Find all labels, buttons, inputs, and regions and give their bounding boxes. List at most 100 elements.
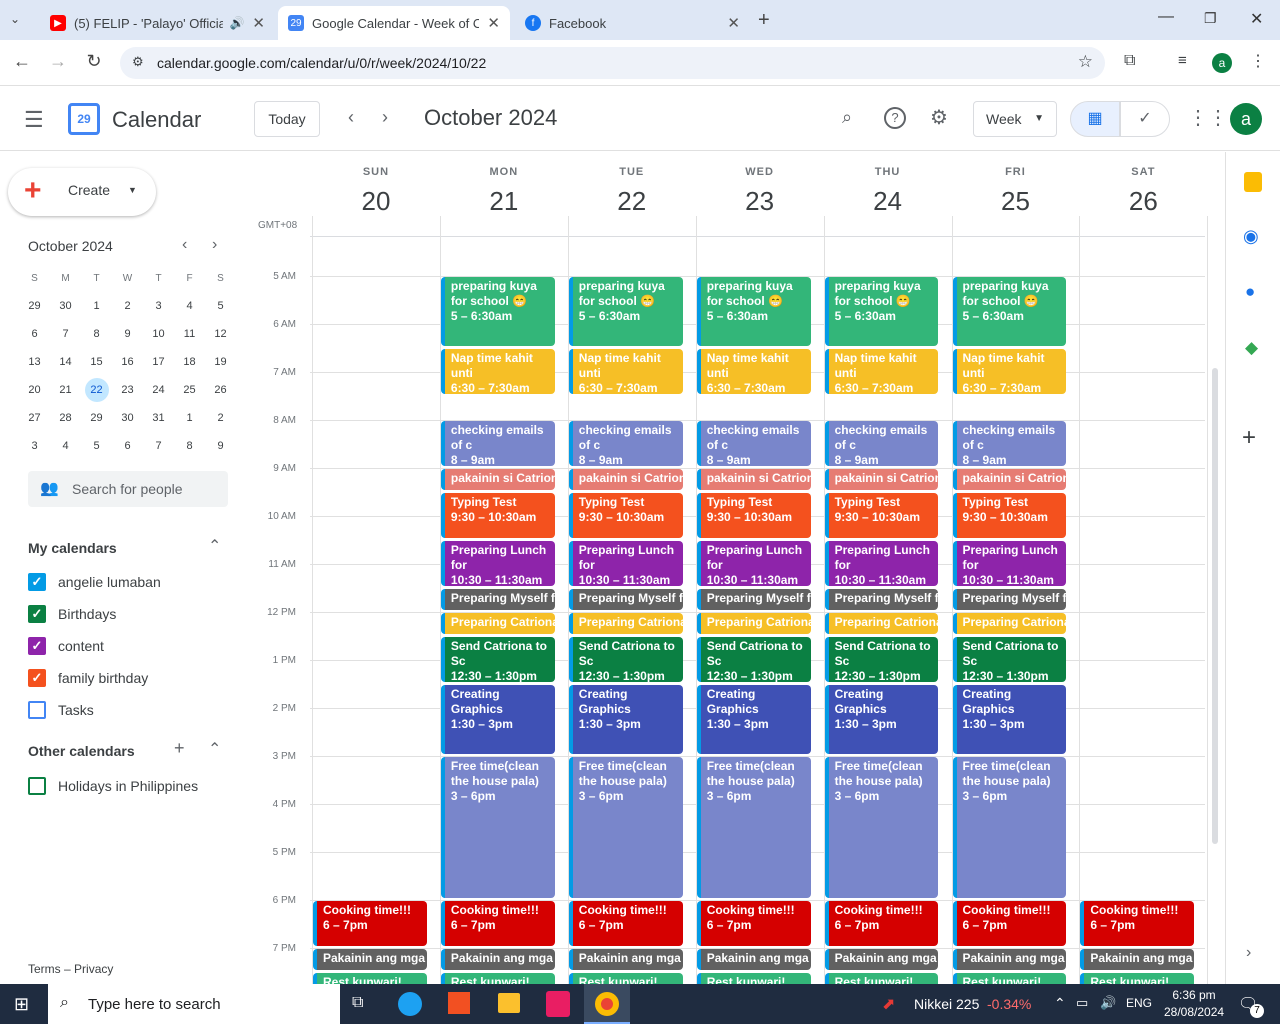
tray-overflow-icon[interactable]: ⌃	[1054, 995, 1066, 1012]
calendar-event[interactable]: Preparing Catriona	[952, 613, 1067, 634]
calendar-event[interactable]: Preparing Lunch for 10:30 – 11:30am	[824, 541, 939, 586]
calendar-event[interactable]: Free time(clean the house pala) 3 – 6pm	[952, 757, 1067, 898]
stock-name[interactable]: Nikkei 225	[914, 996, 979, 1012]
checkbox-icon[interactable]: ✓	[28, 605, 46, 623]
search-people-input[interactable]: 👥 Search for people	[28, 471, 228, 507]
calendar-event[interactable]: Pakainin ang mga b	[696, 949, 811, 970]
calendar-event[interactable]: Typing Test 9:30 – 10:30am	[696, 493, 811, 538]
calendar-event[interactable]: pakainin si Catriona	[440, 469, 555, 490]
calendar-event[interactable]: Pakainin ang mga b	[313, 949, 427, 970]
mini-day[interactable]: 8	[174, 432, 205, 460]
mini-next-icon[interactable]: ›	[212, 236, 217, 254]
checkbox-icon[interactable]	[28, 777, 46, 795]
mini-day[interactable]: 2	[205, 404, 236, 432]
mini-day[interactable]: 1	[174, 404, 205, 432]
prev-week-icon[interactable]: ‹	[348, 107, 354, 128]
edge-icon[interactable]	[398, 992, 422, 1016]
volume-icon[interactable]: 🔊	[1100, 995, 1116, 1011]
calendar-event[interactable]: Preparing Catriona	[824, 613, 939, 634]
calendar-event[interactable]: Pakainin ang mga b	[440, 949, 555, 970]
calendar-event[interactable]: Send Catriona to Sc 12:30 – 1:30pm	[824, 637, 939, 682]
task-view-icon[interactable]: ⧉	[352, 994, 363, 1012]
mini-day[interactable]: 1	[81, 292, 112, 320]
calendar-event[interactable]: Cooking time!!! 6 – 7pm	[440, 901, 555, 946]
mini-day[interactable]: 7	[143, 432, 174, 460]
mini-day[interactable]: 14	[50, 348, 81, 376]
mini-prev-icon[interactable]: ‹	[182, 236, 187, 254]
mini-day[interactable]: 30	[112, 404, 143, 432]
create-button[interactable]: + Create ▼	[8, 168, 156, 216]
calendar-event[interactable]: Rest kunwari!	[568, 973, 683, 984]
calendar-event[interactable]: Rest kunwari!	[952, 973, 1067, 984]
collapse-chevron-icon[interactable]: ⌃	[208, 739, 221, 759]
mini-day[interactable]: 15	[81, 348, 112, 376]
calendar-event[interactable]: Typing Test 9:30 – 10:30am	[440, 493, 555, 538]
mini-day[interactable]: 18	[174, 348, 205, 376]
calendar-item[interactable]: ✓ family birthday	[0, 662, 250, 694]
tab-search-icon[interactable]: ⌄	[10, 12, 20, 26]
mini-day[interactable]: 28	[50, 404, 81, 432]
mini-day[interactable]: 13	[19, 348, 50, 376]
keep-icon[interactable]	[1244, 172, 1262, 192]
calendar-event[interactable]: Preparing Myself fo	[952, 589, 1067, 610]
mini-day[interactable]: 12	[205, 320, 236, 348]
calendar-event[interactable]: Preparing Myself fo	[568, 589, 683, 610]
calendar-event[interactable]: checking emails of c8 – 9am	[568, 421, 683, 466]
mini-day[interactable]: 9	[112, 320, 143, 348]
calendar-event[interactable]: Rest kunwari!	[696, 973, 811, 984]
get-addons-icon[interactable]: +	[1242, 424, 1256, 452]
mini-day[interactable]: 5	[205, 292, 236, 320]
chrome-taskbar-button[interactable]	[584, 984, 630, 1024]
close-window-icon[interactable]: ✕	[1250, 9, 1263, 29]
calendar-event[interactable]: Nap time kahit unti 6:30 – 7:30am	[824, 349, 939, 394]
windows-start-icon[interactable]: ⊞	[14, 994, 29, 1015]
mini-day[interactable]: 8	[81, 320, 112, 348]
calendar-item[interactable]: Tasks	[0, 694, 250, 726]
calendar-event[interactable]: Creating Graphics 1:30 – 3pm	[440, 685, 555, 754]
calendar-event[interactable]: Creating Graphics 1:30 – 3pm	[696, 685, 811, 754]
settings-gear-icon[interactable]: ⚙	[930, 105, 948, 130]
app-photo-icon[interactable]	[546, 991, 570, 1017]
calendar-event[interactable]: checking emails of c8 – 9am	[696, 421, 811, 466]
profile-avatar[interactable]: a	[1212, 53, 1232, 73]
calendar-event[interactable]: Pakainin ang mga b	[568, 949, 683, 970]
collapse-chevron-icon[interactable]: ⌃	[208, 536, 221, 556]
site-info-icon[interactable]: ⚙	[132, 54, 144, 70]
calendar-event[interactable]: checking emails of c8 – 9am	[952, 421, 1067, 466]
mini-day[interactable]: 10	[143, 320, 174, 348]
mini-day[interactable]: 23	[112, 376, 143, 404]
calendar-event[interactable]: Preparing Lunch for 10:30 – 11:30am	[696, 541, 811, 586]
calendar-event[interactable]: Nap time kahit unti 6:30 – 7:30am	[440, 349, 555, 394]
calendar-event[interactable]: pakainin si Catriona	[824, 469, 939, 490]
calendar-event[interactable]: Creating Graphics 1:30 – 3pm	[568, 685, 683, 754]
calendar-event[interactable]: Cooking time!!! 6 – 7pm	[824, 901, 939, 946]
speaker-icon[interactable]: 🔊	[229, 16, 244, 30]
calendar-event[interactable]: Send Catriona to Sc 12:30 – 1:30pm	[696, 637, 811, 682]
calendar-event[interactable]: Free time(clean the house pala) 3 – 6pm	[568, 757, 683, 898]
mini-day[interactable]: 6	[19, 320, 50, 348]
menu-dots-icon[interactable]: ⋮	[1250, 51, 1266, 71]
minimize-icon[interactable]: —	[1158, 8, 1174, 26]
contacts-icon[interactable]: ●	[1245, 282, 1255, 302]
grid-scrollbar[interactable]	[1212, 368, 1218, 844]
store-icon[interactable]	[448, 992, 470, 1014]
mini-day[interactable]: 3	[143, 292, 174, 320]
mini-day[interactable]: 30	[50, 292, 81, 320]
calendar-event[interactable]: Send Catriona to Sc 12:30 – 1:30pm	[568, 637, 683, 682]
forward-icon[interactable]: →	[46, 51, 70, 72]
file-explorer-icon[interactable]	[498, 993, 520, 1013]
calendar-event[interactable]: preparing kuya for school 😁 5 – 6:30am	[824, 277, 939, 346]
calendar-event[interactable]: Nap time kahit unti 6:30 – 7:30am	[568, 349, 683, 394]
mini-day[interactable]: 24	[143, 376, 174, 404]
network-icon[interactable]: ▭	[1076, 995, 1088, 1011]
calendar-event[interactable]: pakainin si Catriona	[568, 469, 683, 490]
calendar-event[interactable]: checking emails of c8 – 9am	[440, 421, 555, 466]
calendar-event[interactable]: Pakainin ang mga b	[1080, 949, 1195, 970]
mini-day[interactable]: 16	[112, 348, 143, 376]
calendar-event[interactable]: Preparing Catriona	[440, 613, 555, 634]
mini-day[interactable]: 29	[19, 292, 50, 320]
calendar-event[interactable]: Cooking time!!! 6 – 7pm	[696, 901, 811, 946]
checkbox-icon[interactable]: ✓	[28, 669, 46, 687]
omnibox[interactable]: ⚙ calendar.google.com/calendar/u/0/r/wee…	[120, 47, 1105, 79]
calendar-event[interactable]: Typing Test 9:30 – 10:30am	[824, 493, 939, 538]
